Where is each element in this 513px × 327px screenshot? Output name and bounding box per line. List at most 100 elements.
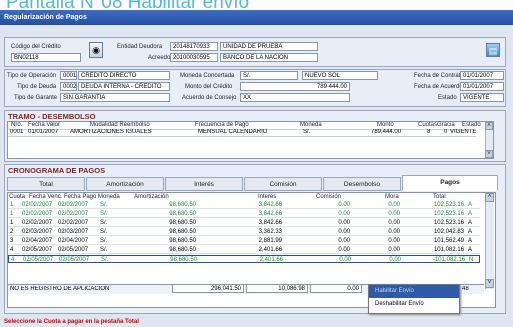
footer-amort: 296,041.50 — [172, 284, 244, 293]
estado-value[interactable]: VIGENTE — [460, 93, 504, 102]
report-button[interactable]: ▤ — [486, 43, 500, 57]
tramo-scroll-up[interactable]: ˄ — [485, 122, 493, 130]
cell-cuota: 2 — [10, 229, 14, 235]
tab-desembolso[interactable]: Desembolso — [323, 177, 401, 191]
codigo-label: Código del Crédito — [11, 44, 61, 50]
tramo-header-monto: Monto — [377, 122, 394, 128]
tramo-header-gracia: Gracia — [437, 122, 455, 128]
cell-mon: S/. — [100, 202, 108, 208]
tipo-op-value[interactable]: CRÉDITO DIRECTO — [78, 71, 170, 80]
tramo-fecha: 01/01/2007 — [28, 129, 59, 135]
cronograma-title: CRONOGRAMA DE PAGOS — [8, 166, 106, 175]
cell-amort: 98,680.50 — [169, 238, 196, 244]
menu-item-deshabilitar-envio[interactable]: Deshabilitar Envío — [369, 298, 459, 311]
acreedor-code-field[interactable]: 20100030595 — [170, 53, 218, 62]
tramo-header-frecuencia: Frecuencia de Pago — [195, 122, 249, 128]
acuerdo-label: Acuerdo de Consejo — [182, 95, 237, 101]
tab-interes[interactable]: Interés — [165, 177, 243, 191]
cronograma-row[interactable]: 2 02/03/2007 02/03/2007 S/. 98,680.50 3,362.3… — [8, 228, 480, 236]
cell-mon: S/. — [100, 229, 108, 235]
fecha-contrato-value[interactable]: 01/01/2007 — [460, 71, 504, 80]
entidad-label: Entidad Deudora — [117, 44, 163, 50]
cronograma-rows: 1 02/02/2007 02/02/2007 S/. 98,680.50 3,842.6… — [8, 201, 480, 265]
tramo-moneda: S/. — [303, 129, 311, 135]
tipo-deuda-label: Tipo de Deuda — [17, 84, 57, 90]
cell-com: 0.00 — [338, 238, 350, 244]
moneda-value[interactable]: NUEVO SOL — [302, 71, 378, 80]
fecha-contrato-label: Fecha de Contrato — [414, 73, 464, 79]
entidad-code-field[interactable]: 20148170933 — [170, 42, 218, 51]
tramo-header-estado: Estado — [462, 122, 481, 128]
acreedor-name-field[interactable]: BANCO DE LA NACION — [220, 53, 318, 62]
cell-total: 102,523.16 — [433, 211, 464, 217]
monto-value[interactable]: 789 444.00 — [240, 82, 350, 91]
cell-mora: 0.00 — [388, 202, 400, 208]
tramo-header-cuotas: Cuotas — [418, 122, 438, 128]
acreedor-label: Acreedor — [148, 55, 173, 61]
cell-com: 0.00 — [338, 247, 350, 253]
context-menu: Habilitar Envío Deshabilitar Envío — [368, 284, 460, 314]
cell-total: 101,082.16 — [433, 247, 464, 253]
cell-int: 3,362.33 — [258, 229, 282, 235]
cell-pago: 02/03/2007 — [58, 229, 89, 235]
cell-mora: 0.00 — [388, 247, 400, 253]
moneda-label: Moneda Concertada — [180, 73, 235, 79]
crono-header-moneda: Moneda — [98, 194, 120, 200]
crono-scroll-down[interactable]: ˅ — [485, 279, 494, 288]
tab-total[interactable]: Total — [7, 177, 85, 191]
cell-cuota: 3 — [10, 238, 14, 244]
window-title: Regularización de Pagos — [0, 10, 513, 25]
fecha-acuerdo-value[interactable]: 01/01/2007 — [460, 82, 504, 91]
cell-amort: 98,680.50 — [169, 211, 196, 217]
book-icon: ▤ — [488, 46, 498, 56]
cell-venc: 02/05/2007 — [22, 247, 53, 253]
codigo-field[interactable]: BN02118 — [11, 53, 81, 62]
status-message: Seleccione la Cuota a pagar en la pestañ… — [4, 319, 139, 325]
acuerdo-value[interactable]: XX — [240, 93, 350, 102]
cronograma-row[interactable]: 1 02/02/2007 02/02/2007 S/. 98,680.50 3,842.6… — [8, 219, 480, 227]
cell-com: 0.00 — [338, 220, 350, 226]
entidad-name-field[interactable]: UNIDAD DE PRUEBA — [220, 42, 318, 51]
monto-label: Monto del Crédito — [185, 84, 233, 90]
cell-mora: 0.00 — [389, 257, 401, 263]
chevron-up-icon: ˄ — [487, 194, 492, 200]
tab-amortizacion[interactable]: Amortización — [86, 177, 164, 191]
tipo-op-label: Tipo de Operación — [7, 73, 57, 79]
tipo-garante-label: Tipo de Garante — [14, 95, 58, 101]
cell-int: 3,842.66 — [258, 202, 282, 208]
cell-com: 0.00 — [339, 257, 351, 263]
tipo-deuda-code[interactable]: 0002 — [60, 82, 77, 91]
crono-header-total: Total — [433, 194, 446, 200]
cronograma-row[interactable]: 1 02/02/2007 02/02/2007 S/. 98,680.50 3,842.6… — [8, 210, 480, 218]
cronograma-row[interactable]: 4 02/05/2007 02/05/2007 S/. 98,680.50 2,401.6… — [8, 255, 480, 263]
cell-venc: 02/02/2007 — [22, 211, 53, 217]
cronograma-row[interactable]: 3 02/04/2007 02/04/2007 S/. 98,680.50 2,881.9… — [8, 237, 480, 245]
cell-com: 0.00 — [338, 202, 350, 208]
estado-label: Estado — [438, 95, 457, 101]
cell-flag: A — [468, 238, 473, 244]
cell-pago: 02/05/2007 — [59, 257, 90, 263]
binoculars-icon: ◉ — [92, 45, 100, 55]
cell-cuota: 4 — [10, 247, 14, 253]
tramo-header-nro: Nro. — [11, 122, 23, 128]
tramo-header-modalidad: Modalidad Reembolso — [90, 122, 150, 128]
menu-item-habilitar-envio[interactable]: Habilitar Envío — [369, 285, 459, 298]
tipo-garante-value[interactable]: SIN GARANTIA — [60, 93, 170, 102]
tipo-op-code[interactable]: 0001 — [60, 71, 77, 80]
search-credit-button[interactable]: ◉ — [89, 42, 103, 58]
cell-int: 3,842.66 — [258, 211, 282, 217]
tab-comision[interactable]: Comisión — [244, 177, 322, 191]
tipo-deuda-value[interactable]: DEUDA INTERNA - CREDITO — [78, 82, 170, 91]
tramo-gracia: 0 — [444, 129, 448, 135]
cell-amort: 98,680.50 — [169, 247, 196, 253]
tramo-scroll-down[interactable]: ˅ — [485, 150, 493, 158]
cell-total: -101,082.16 — [432, 257, 465, 263]
crono-scroll-up[interactable]: ˄ — [485, 193, 494, 202]
cronograma-row[interactable]: 1 02/02/2007 02/02/2007 S/. 98,680.50 3,842.6… — [8, 201, 480, 209]
cronograma-row[interactable]: 4 02/05/2007 02/05/2007 S/. 98,680.50 2,401.6… — [8, 246, 480, 254]
moneda-code[interactable]: S/. — [240, 71, 298, 80]
cell-mora: 0.00 — [388, 238, 400, 244]
cell-com: 0.00 — [338, 229, 350, 235]
tab-pagos[interactable]: Pagos — [402, 175, 498, 191]
crono-scrollbar[interactable] — [485, 193, 494, 289]
